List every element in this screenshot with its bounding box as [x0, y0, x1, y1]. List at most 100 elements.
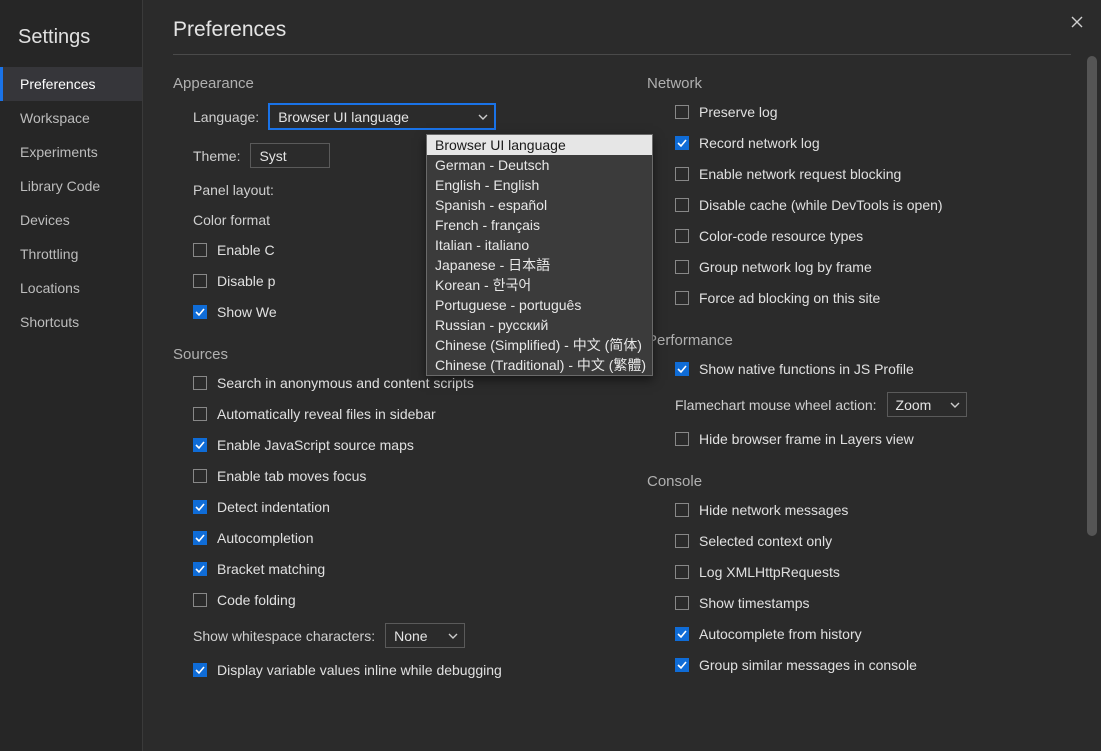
color-format-label: Color format	[193, 212, 270, 228]
sidebar-item-throttling[interactable]: Throttling	[0, 237, 142, 271]
sources-item-2-checkbox[interactable]	[193, 438, 207, 452]
language-option[interactable]: German - Deutsch	[427, 155, 652, 175]
console-item-5-checkbox[interactable]	[675, 658, 689, 672]
network-item-0-label: Preserve log	[699, 104, 778, 120]
sidebar-item-locations[interactable]: Locations	[0, 271, 142, 305]
language-label: Language:	[193, 109, 259, 125]
scrollbar[interactable]	[1087, 56, 1097, 536]
section-console: Console	[647, 473, 1071, 490]
console-item-0-label: Hide network messages	[699, 502, 848, 518]
console-item-2-label: Log XMLHttpRequests	[699, 564, 840, 580]
sources-item-5-label: Autocompletion	[217, 530, 314, 546]
language-option[interactable]: Chinese (Simplified) - 中文 (简体)	[427, 335, 652, 355]
sidebar-item-workspace[interactable]: Workspace	[0, 101, 142, 135]
sidebar-item-devices[interactable]: Devices	[0, 203, 142, 237]
chevron-down-icon	[448, 633, 458, 639]
hide-frame-label: Hide browser frame in Layers view	[699, 431, 914, 447]
sources-item-3-checkbox[interactable]	[193, 469, 207, 483]
network-item-1-checkbox[interactable]	[675, 136, 689, 150]
sources-item-3-label: Enable tab moves focus	[217, 468, 366, 484]
network-item-4-label: Color-code resource types	[699, 228, 863, 244]
language-option[interactable]: French - français	[427, 215, 652, 235]
sources-item-4-label: Detect indentation	[217, 499, 330, 515]
language-option[interactable]: Portuguese - português	[427, 295, 652, 315]
flamechart-select[interactable]: Zoom	[887, 392, 967, 417]
network-item-1-label: Record network log	[699, 135, 820, 151]
sources-item-1-label: Automatically reveal files in sidebar	[217, 406, 436, 422]
sources-item-5-checkbox[interactable]	[193, 531, 207, 545]
show-we-label: Show We	[217, 304, 277, 320]
theme-select-value: Syst	[259, 148, 286, 164]
panel-layout-label: Panel layout:	[193, 182, 274, 198]
flamechart-label: Flamechart mouse wheel action:	[675, 397, 877, 413]
flamechart-select-value: Zoom	[896, 397, 932, 413]
network-item-2-checkbox[interactable]	[675, 167, 689, 181]
section-performance: Performance	[647, 332, 1071, 349]
sidebar-item-preferences[interactable]: Preferences	[0, 67, 142, 101]
console-item-5-label: Group similar messages in console	[699, 657, 917, 673]
sources-item-1-checkbox[interactable]	[193, 407, 207, 421]
native-fns-checkbox[interactable]	[675, 362, 689, 376]
sources-item-0-checkbox[interactable]	[193, 376, 207, 390]
whitespace-select[interactable]: None	[385, 623, 465, 648]
disable-p-checkbox[interactable]	[193, 274, 207, 288]
language-option[interactable]: Italian - italiano	[427, 235, 652, 255]
console-item-3-checkbox[interactable]	[675, 596, 689, 610]
enable-c-label: Enable C	[217, 242, 275, 258]
console-item-0-checkbox[interactable]	[675, 503, 689, 517]
divider	[173, 54, 1071, 55]
disable-p-label: Disable p	[217, 273, 275, 289]
network-item-4-checkbox[interactable]	[675, 229, 689, 243]
language-dropdown[interactable]: Browser UI languageGerman - DeutschEngli…	[426, 134, 653, 376]
network-item-2-label: Enable network request blocking	[699, 166, 901, 182]
console-item-3-label: Show timestamps	[699, 595, 809, 611]
show-we-checkbox[interactable]	[193, 305, 207, 319]
language-option[interactable]: English - English	[427, 175, 652, 195]
console-item-4-checkbox[interactable]	[675, 627, 689, 641]
sidebar-item-shortcuts[interactable]: Shortcuts	[0, 305, 142, 339]
chevron-down-icon	[478, 114, 488, 120]
section-network: Network	[647, 75, 1071, 92]
language-option[interactable]: Russian - русский	[427, 315, 652, 335]
sources-item-7-label: Code folding	[217, 592, 296, 608]
language-select[interactable]: Browser UI language	[269, 104, 495, 129]
hide-frame-checkbox[interactable]	[675, 432, 689, 446]
close-button[interactable]	[1063, 8, 1091, 36]
console-item-1-label: Selected context only	[699, 533, 832, 549]
main-panel: Preferences Appearance Language: Browser…	[143, 0, 1101, 751]
page-title: Preferences	[173, 18, 1071, 42]
language-option[interactable]: Spanish - español	[427, 195, 652, 215]
network-item-6-checkbox[interactable]	[675, 291, 689, 305]
whitespace-label: Show whitespace characters:	[193, 628, 375, 644]
console-item-2-checkbox[interactable]	[675, 565, 689, 579]
sources-item-6-label: Bracket matching	[217, 561, 325, 577]
sources-item-6-checkbox[interactable]	[193, 562, 207, 576]
console-item-4-label: Autocomplete from history	[699, 626, 862, 642]
sources-item-2-label: Enable JavaScript source maps	[217, 437, 414, 453]
language-select-value: Browser UI language	[278, 109, 409, 125]
sidebar-item-library-code[interactable]: Library Code	[0, 169, 142, 203]
network-item-3-checkbox[interactable]	[675, 198, 689, 212]
language-option[interactable]: Browser UI language	[427, 135, 652, 155]
theme-select[interactable]: Syst	[250, 143, 330, 168]
enable-c-checkbox[interactable]	[193, 243, 207, 257]
network-item-5-checkbox[interactable]	[675, 260, 689, 274]
sources-item-0-label: Search in anonymous and content scripts	[217, 375, 474, 391]
inline-values-checkbox[interactable]	[193, 663, 207, 677]
language-option[interactable]: Korean - 한국어	[427, 275, 652, 295]
sidebar-item-experiments[interactable]: Experiments	[0, 135, 142, 169]
section-appearance: Appearance	[173, 75, 597, 92]
network-item-0-checkbox[interactable]	[675, 105, 689, 119]
network-item-3-label: Disable cache (while DevTools is open)	[699, 197, 943, 213]
sidebar: Settings PreferencesWorkspaceExperiments…	[0, 0, 143, 751]
sources-item-7-checkbox[interactable]	[193, 593, 207, 607]
network-item-6-label: Force ad blocking on this site	[699, 290, 880, 306]
network-item-5-label: Group network log by frame	[699, 259, 872, 275]
theme-label: Theme:	[193, 148, 240, 164]
console-item-1-checkbox[interactable]	[675, 534, 689, 548]
sources-item-4-checkbox[interactable]	[193, 500, 207, 514]
inline-values-label: Display variable values inline while deb…	[217, 662, 502, 678]
whitespace-select-value: None	[394, 628, 427, 644]
language-option[interactable]: Japanese - 日本語	[427, 255, 652, 275]
language-option[interactable]: Chinese (Traditional) - 中文 (繁體)	[427, 355, 652, 375]
